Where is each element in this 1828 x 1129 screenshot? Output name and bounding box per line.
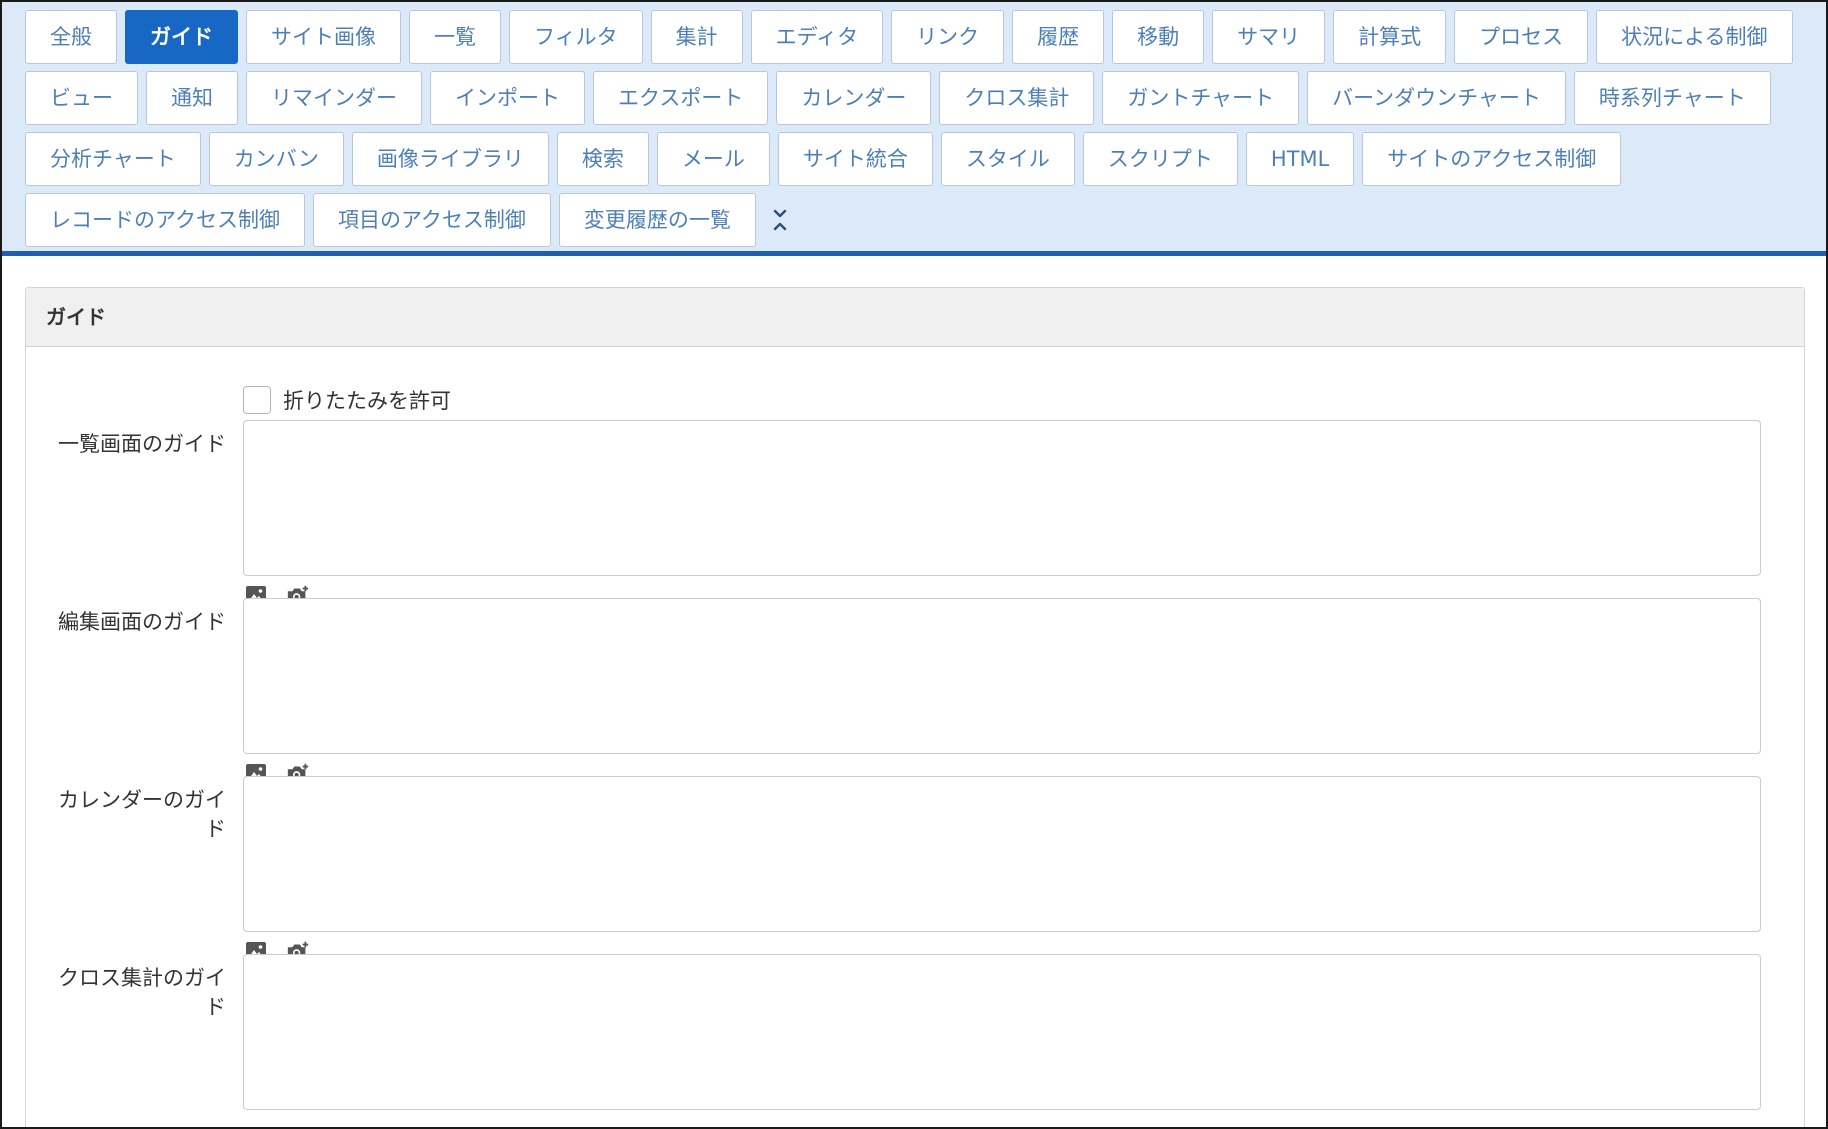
tab-burndown-chart[interactable]: バーンダウンチャート (1307, 71, 1566, 125)
settings-window: 全般 ガイド サイト画像 一覧 フィルタ 集計 エディタ リンク 履歴 移動 サ… (0, 0, 1828, 1129)
field-label: クロス集計のガイド (58, 966, 226, 1019)
allow-collapse-label: 折りたたみを許可 (283, 389, 451, 413)
crosstab-guide-textarea[interactable] (243, 954, 1761, 1110)
tab-site-image[interactable]: サイト画像 (246, 10, 401, 64)
tab-aggregation[interactable]: 集計 (650, 10, 743, 64)
tab-style[interactable]: スタイル (940, 132, 1075, 186)
tab-column-access-control[interactable]: 項目のアクセス制御 (312, 193, 551, 247)
tab-change-history-list[interactable]: 変更履歴の一覧 (558, 193, 756, 247)
tab-analysis-chart[interactable]: 分析チャート (25, 132, 201, 186)
field-label: 編集画面のガイド (58, 610, 226, 634)
field-label: カレンダーのガイド (58, 788, 226, 841)
tab-html[interactable]: HTML (1245, 132, 1355, 186)
edit-guide-textarea[interactable] (243, 598, 1761, 754)
tab-script[interactable]: スクリプト (1082, 132, 1238, 186)
tab-guide[interactable]: ガイド (125, 10, 238, 64)
tab-process[interactable]: プロセス (1454, 10, 1589, 64)
tab-row: 分析チャート カンバン 画像ライブラリ 検索 メール サイト統合 スタイル スク… (25, 132, 1622, 186)
tab-time-series-chart[interactable]: 時系列チャート (1573, 71, 1771, 125)
tab-formula[interactable]: 計算式 (1333, 10, 1447, 64)
tab-general[interactable]: 全般 (25, 10, 117, 64)
calendar-guide-textarea[interactable] (243, 776, 1761, 932)
list-guide-textarea[interactable] (243, 420, 1761, 576)
tab-record-access-control[interactable]: レコードのアクセス制御 (25, 193, 305, 247)
tab-crosstab[interactable]: クロス集計 (939, 71, 1095, 125)
tab-row: 全般 ガイド サイト画像 一覧 フィルタ 集計 エディタ リンク 履歴 移動 サ… (25, 10, 1793, 64)
tab-row: ビュー 通知 リマインダー インポート エクスポート カレンダー クロス集計 ガ… (25, 71, 1771, 125)
tab-import[interactable]: インポート (430, 71, 585, 125)
guide-settings-panel: ガイド 折りたたみを許可 一覧画面のガイド 編集画面のガイド カレンダーのガイド… (25, 287, 1805, 1127)
tab-row: レコードのアクセス制御 項目のアクセス制御 変更履歴の一覧 (25, 193, 796, 247)
tab-site-access-control[interactable]: サイトのアクセス制御 (1362, 132, 1622, 186)
tab-history[interactable]: 履歴 (1012, 10, 1105, 64)
tab-export[interactable]: エクスポート (593, 71, 769, 125)
tab-image-library[interactable]: 画像ライブラリ (351, 132, 549, 186)
tab-site-integration[interactable]: サイト統合 (777, 132, 933, 186)
tab-kanban[interactable]: カンバン (208, 132, 344, 186)
tab-view[interactable]: ビュー (25, 71, 138, 125)
tab-link[interactable]: リンク (891, 10, 1005, 64)
tab-search[interactable]: 検索 (556, 132, 649, 186)
tab-reminder[interactable]: リマインダー (246, 71, 422, 125)
tab-editor[interactable]: エディタ (750, 10, 884, 64)
allow-collapse-checkbox[interactable] (243, 386, 271, 414)
tab-filter[interactable]: フィルタ (509, 10, 643, 64)
tab-gantt-chart[interactable]: ガントチャート (1102, 71, 1300, 125)
tab-status-control[interactable]: 状況による制御 (1596, 10, 1793, 64)
tab-summary[interactable]: サマリ (1212, 10, 1326, 64)
allow-collapse-option: 折りたたみを許可 (243, 385, 451, 415)
tab-move[interactable]: 移動 (1112, 10, 1205, 64)
tab-list[interactable]: 一覧 (409, 10, 501, 64)
collapse-chevrons-icon[interactable] (764, 193, 796, 247)
settings-tab-bar: 全般 ガイド サイト画像 一覧 フィルタ 集計 エディタ リンク 履歴 移動 サ… (2, 2, 1826, 256)
tab-mail[interactable]: メール (656, 132, 770, 186)
field-label: 一覧画面のガイド (58, 432, 226, 456)
tab-notification[interactable]: 通知 (146, 71, 238, 125)
panel-title: ガイド (26, 288, 1804, 347)
tab-calendar[interactable]: カレンダー (776, 71, 932, 125)
